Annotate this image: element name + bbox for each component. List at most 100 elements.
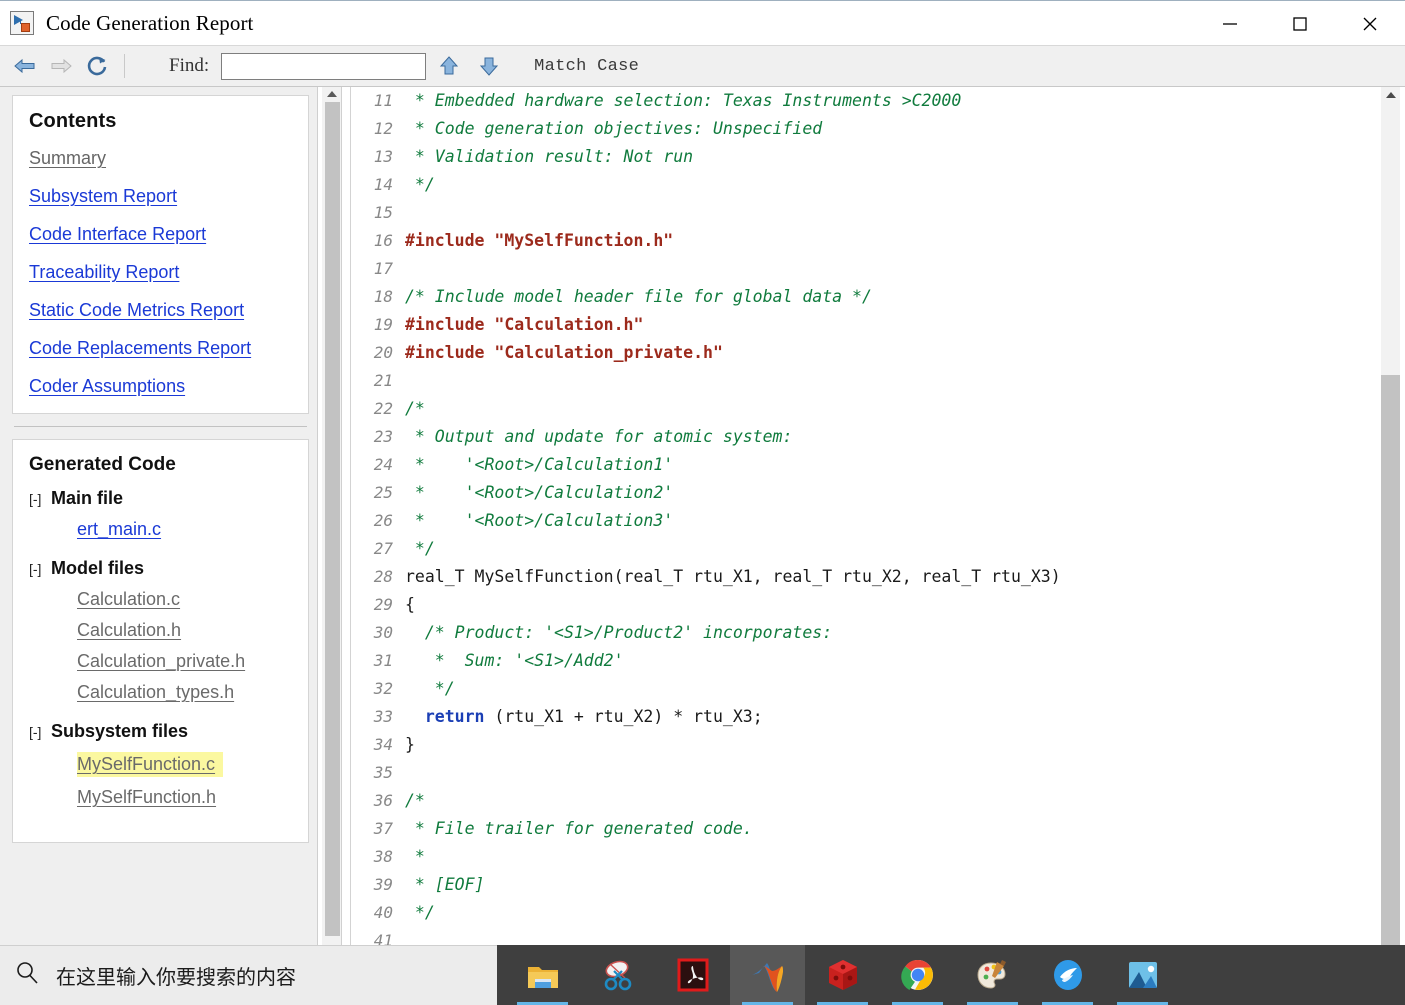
generated-code-heading: Generated Code xyxy=(29,454,176,475)
code-token: * Sum: '<S1>/Add2' xyxy=(405,651,624,670)
file-link-calculation-private-h[interactable]: Calculation_private.h xyxy=(77,651,245,672)
taskbar-item-matlab[interactable] xyxy=(730,945,805,1005)
code-scroll-up-arrow-icon[interactable] xyxy=(1381,87,1400,103)
code-line-text: #include "MySelfFunction.h" xyxy=(393,227,673,255)
line-number: 39 xyxy=(373,875,393,894)
match-case-option[interactable]: Match Case xyxy=(534,57,639,76)
toc-link-code-replacements-report[interactable]: Code Replacements Report xyxy=(29,339,292,357)
code-token: * Validation result: Not run xyxy=(405,147,694,166)
photos-icon xyxy=(1126,958,1160,992)
code-line: 19 #include "Calculation.h" xyxy=(351,311,1377,339)
code-line: 32 */ xyxy=(351,675,1377,703)
tree-group-main-file: [-] Main file xyxy=(29,488,292,509)
code-token: (rtu_X1 + rtu_X2) * rtu_X3; xyxy=(484,707,763,726)
code-line-text: * [EOF] xyxy=(393,871,485,899)
find-next-icon[interactable] xyxy=(472,51,506,81)
code-line: 25 * '<Root>/Calculation2' xyxy=(351,479,1377,507)
code-scrollbar[interactable] xyxy=(1377,87,1405,945)
window-controls xyxy=(1195,1,1405,46)
paint-icon xyxy=(976,958,1010,992)
refresh-icon[interactable] xyxy=(79,51,115,81)
close-icon[interactable] xyxy=(1335,1,1405,46)
taskbar-search-box[interactable]: 在这里输入你要搜索的内容 xyxy=(0,945,497,1005)
line-number: 19 xyxy=(373,315,393,334)
code-token: */ xyxy=(405,903,435,922)
code-token: /* xyxy=(405,791,425,810)
code-token: #include "Calculation_private.h" xyxy=(405,343,723,362)
scroll-up-arrow-icon[interactable] xyxy=(322,87,341,101)
search-input[interactable] xyxy=(221,52,427,80)
code-line-text: #include "Calculation.h" xyxy=(393,311,643,339)
sidebar-scrollbar[interactable] xyxy=(322,87,342,945)
collapse-toggle-icon[interactable]: [-] xyxy=(29,561,51,577)
line-number: 30 xyxy=(373,623,393,642)
code-scrollbar-thumb[interactable] xyxy=(1381,375,1400,945)
code-line: 27 */ xyxy=(351,535,1377,563)
minimize-icon[interactable] xyxy=(1195,1,1265,46)
code-line-text: */ xyxy=(393,171,435,199)
toolbar-separator xyxy=(124,54,125,78)
taskbar-item-adobe-acrobat[interactable] xyxy=(655,945,730,1005)
tree-group-label: Model files xyxy=(51,558,145,578)
matlab-icon xyxy=(751,958,785,992)
application-window: Code Generation Report Find: Match Case … xyxy=(0,0,1405,1005)
toc-link-code-interface-report[interactable]: Code Interface Report xyxy=(29,225,292,243)
collapse-toggle-icon[interactable]: [-] xyxy=(29,724,51,740)
line-number: 20 xyxy=(373,343,393,362)
maximize-icon[interactable] xyxy=(1265,1,1335,46)
file-link-myselffunction-h[interactable]: MySelfFunction.h xyxy=(77,787,216,808)
taskbar-item-file-explorer[interactable] xyxy=(505,945,580,1005)
generated-code-panel: Generated Code [-] Main file ert_main.c [-]… xyxy=(12,439,309,843)
collapse-toggle-icon[interactable]: [-] xyxy=(29,491,51,507)
snipping-tool-icon xyxy=(601,958,635,992)
file-link-ert-main-c[interactable]: ert_main.c xyxy=(77,519,161,540)
forward-arrow-icon xyxy=(43,51,79,81)
code-line: 28 real_T MySelfFunction(real_T rtu_X1, r… xyxy=(351,563,1377,591)
taskbar-item-red-cube-app[interactable] xyxy=(805,945,880,1005)
toc-link-static-code-metrics-report[interactable]: Static Code Metrics Report xyxy=(29,301,292,319)
code-line-text: * File trailer for generated code. xyxy=(393,815,753,843)
code-token: * '<Root>/Calculation2' xyxy=(405,483,674,502)
code-line: 16 #include "MySelfFunction.h" xyxy=(351,227,1377,255)
code-line-text: * Embedded hardware selection: Texas Ins… xyxy=(393,87,961,115)
line-number: 38 xyxy=(373,847,393,866)
windows-taskbar: 在这里输入你要搜索的内容 xyxy=(0,945,1405,1005)
file-link-calculation-c[interactable]: Calculation.c xyxy=(77,589,180,610)
code-token: */ xyxy=(405,539,435,558)
code-line-text: */ xyxy=(393,535,435,563)
code-line-text: * Output and update for atomic system: xyxy=(393,423,793,451)
taskbar-item-snipping-tool[interactable] xyxy=(580,945,655,1005)
line-number: 13 xyxy=(373,147,393,166)
window-title: Code Generation Report xyxy=(46,10,254,35)
line-number: 14 xyxy=(373,175,393,194)
code-line: 38 * xyxy=(351,843,1377,871)
back-arrow-icon[interactable] xyxy=(7,51,43,81)
code-line: 35 xyxy=(351,759,1377,787)
code-token: return xyxy=(424,707,485,726)
file-link-calculation-types-h[interactable]: Calculation_types.h xyxy=(77,682,234,703)
code-line: 30 /* Product: '<S1>/Product2' incorpora… xyxy=(351,619,1377,647)
taskbar-item-paint[interactable] xyxy=(955,945,1030,1005)
code-line: 36 /* xyxy=(351,787,1377,815)
toc-link-subsystem-report[interactable]: Subsystem Report xyxy=(29,187,292,205)
code-line-text: * '<Root>/Calculation1' xyxy=(393,451,673,479)
code-line-text: * '<Root>/Calculation3' xyxy=(393,507,673,535)
line-number: 27 xyxy=(373,539,393,558)
tree-group-model-files: [-] Model files xyxy=(29,558,292,579)
toc-link-coder-assumptions[interactable]: Coder Assumptions xyxy=(29,377,292,395)
toc-link-traceability-report[interactable]: Traceability Report xyxy=(29,263,292,281)
file-link-myselffunction-c[interactable]: MySelfFunction.c xyxy=(77,752,224,777)
code-viewer[interactable]: 11 * Embedded hardware selection: Texas … xyxy=(350,87,1377,945)
taskbar-item-photos[interactable] xyxy=(1105,945,1180,1005)
taskbar-item-blue-bird-app[interactable] xyxy=(1030,945,1105,1005)
file-link-calculation-h[interactable]: Calculation.h xyxy=(77,620,181,641)
line-number: 24 xyxy=(373,455,393,474)
taskbar-app-tray xyxy=(505,945,1180,1005)
find-previous-icon[interactable] xyxy=(432,51,466,81)
code-line-text: { xyxy=(393,591,415,619)
taskbar-item-chrome[interactable] xyxy=(880,945,955,1005)
scrollbar-thumb[interactable] xyxy=(325,102,340,936)
find-label: Find: xyxy=(169,55,210,76)
line-number: 33 xyxy=(373,707,393,726)
toc-link-summary[interactable]: Summary xyxy=(29,149,292,167)
